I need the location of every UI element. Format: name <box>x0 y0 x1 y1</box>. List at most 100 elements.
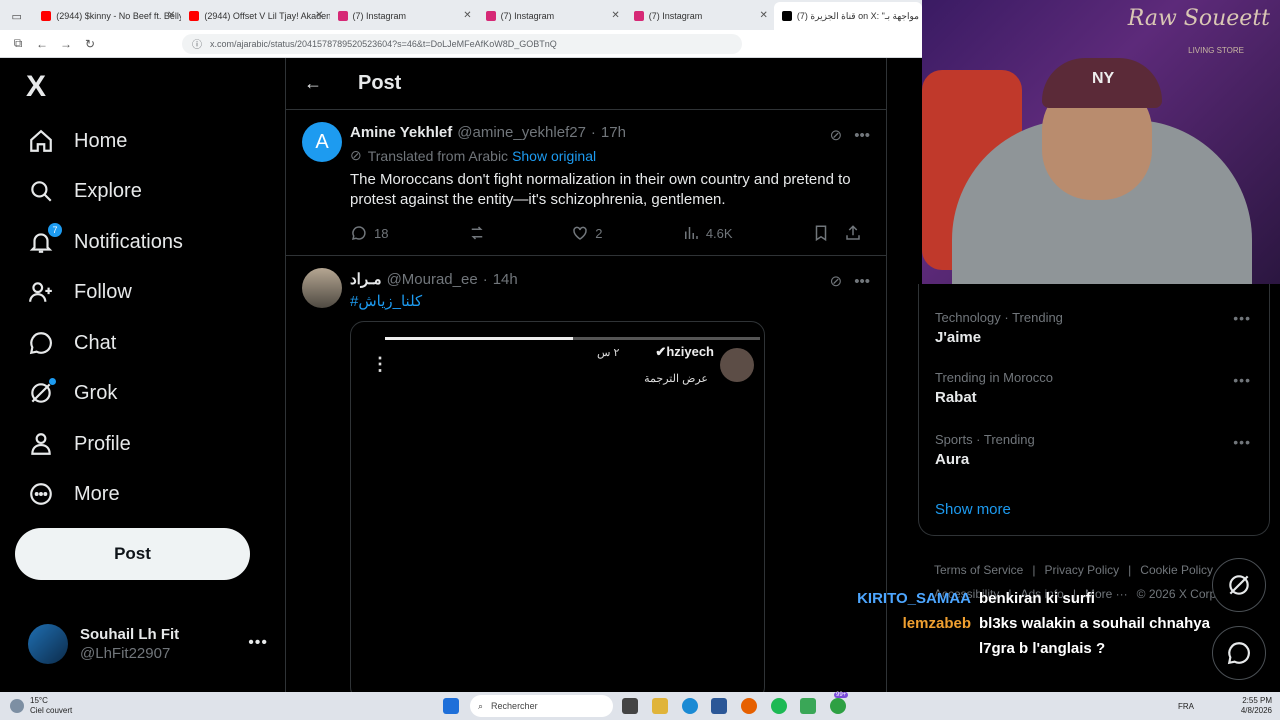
grok-icon <box>26 378 56 408</box>
repost-icon <box>471 226 483 240</box>
close-tab-icon[interactable]: ✕ <box>315 10 323 21</box>
taskbar-search[interactable]: ⌕ Rechercher <box>470 695 613 717</box>
grok-icon[interactable]: ⊘ <box>830 126 843 144</box>
sidebar-item-chat[interactable]: Chat <box>26 323 116 363</box>
weather-temp: 15°C <box>30 696 48 705</box>
tab-actions-icon[interactable]: ▭ <box>0 2 33 30</box>
sidebar-item-home[interactable]: Home <box>26 121 127 161</box>
like-button[interactable]: 2 <box>571 224 602 242</box>
chat-message: KIRITO_SAMAA benkiran ki surfi <box>853 586 1233 611</box>
bell-icon: 7 <box>26 223 62 257</box>
tweet[interactable]: مـراد @Mourad_ee · 14h #كلنا_زياش ⊘ ••• … <box>286 256 886 701</box>
post-button[interactable]: Post <box>15 528 250 580</box>
x-logo-icon[interactable]: X <box>26 70 46 104</box>
browser-tab[interactable]: (2944) Offset V Lil Tjay! Akaden ✕ <box>181 2 330 30</box>
task-view-icon[interactable] <box>622 698 638 714</box>
site-info-icon[interactable]: ⓘ <box>192 36 202 51</box>
stream-chat-overlay: KIRITO_SAMAA benkiran ki surfi lemzabeb … <box>853 586 1233 661</box>
sidebar-item-follow[interactable]: Follow <box>26 272 132 312</box>
more-options-icon[interactable]: ••• <box>854 273 870 290</box>
tab-label: (7) Instagram <box>500 11 555 21</box>
sidebar-item-grok[interactable]: Grok <box>26 373 117 413</box>
input-language[interactable]: FRA <box>1178 702 1194 711</box>
browser-tab[interactable]: (7) Instagram ✕ <box>330 2 478 30</box>
grok-icon <box>1229 575 1249 595</box>
more-options-icon[interactable]: ••• <box>1233 434 1251 450</box>
start-icon[interactable] <box>443 698 459 714</box>
youtube-icon <box>41 11 52 21</box>
url-field[interactable]: ⓘ x.com/ajarabic/status/2041578789520523… <box>182 33 742 54</box>
tweet-time[interactable]: 17h <box>601 124 626 141</box>
url-text: x.com/ajarabic/status/204157878952052360… <box>210 38 557 49</box>
avatar[interactable] <box>302 268 342 308</box>
browser-tab[interactable]: (7) Instagram ✕ <box>478 2 626 30</box>
sidebar-item-explore[interactable]: Explore <box>26 171 142 211</box>
avatar[interactable]: A <box>302 122 342 162</box>
forward-icon[interactable]: → <box>54 37 78 51</box>
chat-username: lemzabeb <box>902 615 971 632</box>
repost-button[interactable] <box>468 224 492 242</box>
more-options-icon[interactable]: ••• <box>1233 372 1251 388</box>
views-button[interactable]: 4.6K <box>682 224 733 242</box>
browser-tab-active[interactable]: (7) قناة الجزيرة on X: "مواجهة بـ <box>773 2 923 30</box>
reply-button[interactable]: 18 <box>350 224 388 242</box>
more-options-icon[interactable]: ••• <box>248 634 268 652</box>
sidebar-item-more[interactable]: More <box>26 474 120 514</box>
browser-tab[interactable]: (7) Instagram ✕ <box>626 2 774 30</box>
chat-fab[interactable] <box>1212 626 1266 680</box>
close-tab-icon[interactable]: ✕ <box>611 10 619 21</box>
author-handle[interactable]: @Mourad_ee <box>387 271 478 288</box>
more-options-icon[interactable]: ••• <box>1233 310 1251 326</box>
trend-item[interactable]: Trending in Morocco Rabat ••• <box>919 346 1269 408</box>
system-clock[interactable]: 2:55 PM 4/8/2026 <box>1241 696 1272 716</box>
firefox-icon[interactable] <box>741 698 757 714</box>
more-options-icon[interactable]: ••• <box>854 127 870 144</box>
tweet-time[interactable]: 14h <box>493 271 518 288</box>
story-menu-icon: ⋮ <box>371 354 389 374</box>
separator: · <box>482 270 488 288</box>
close-tab-icon[interactable]: ✕ <box>167 10 175 21</box>
sidebar-item-label: Explore <box>74 179 142 202</box>
sidebar-item-label: Chat <box>74 331 117 354</box>
footer-link[interactable]: Terms of Service <box>934 563 1023 577</box>
collections-icon[interactable]: ⧉ <box>6 36 30 51</box>
footer-link[interactable]: Privacy Policy <box>1044 563 1119 577</box>
grok-icon[interactable]: ⊘ <box>830 272 843 290</box>
back-icon[interactable]: ← <box>30 37 54 51</box>
account-switcher[interactable]: Souhail Lh Fit @LhFit22907 ••• <box>28 624 268 664</box>
story-progress <box>385 337 760 340</box>
author-handle[interactable]: @amine_yekhlef27 <box>457 124 586 141</box>
edge-icon[interactable] <box>682 698 698 714</box>
footer-link[interactable]: Cookie Policy <box>1140 563 1213 577</box>
separator: · <box>590 124 596 141</box>
sidebar-item-notifications[interactable]: 7 Notifications <box>26 222 183 262</box>
show-original-link[interactable]: Show original <box>512 148 596 164</box>
author-name[interactable]: Amine Yekhlef <box>350 124 452 141</box>
store-icon[interactable] <box>711 698 727 714</box>
close-tab-icon[interactable]: ✕ <box>463 10 471 21</box>
search-icon <box>26 176 56 206</box>
spotify-icon[interactable] <box>771 698 787 714</box>
file-explorer-icon[interactable] <box>652 698 668 714</box>
show-more-link[interactable]: Show more <box>935 501 1011 518</box>
app-icon[interactable] <box>800 698 816 714</box>
story-progress-fill <box>385 337 573 340</box>
weather-widget[interactable]: 15°C Ciel couvert <box>10 696 72 716</box>
grok-fab[interactable] <box>1212 558 1266 612</box>
sidebar-item-profile[interactable]: Profile <box>26 424 131 464</box>
back-arrow-icon[interactable]: ← <box>304 73 324 94</box>
hashtag-link[interactable]: #كلنا_زياش <box>350 292 868 310</box>
sidebar-item-label: Profile <box>74 432 131 455</box>
tray-badge: 99+ <box>834 692 849 698</box>
browser-tab[interactable]: (2944) $kinny - No Beef ft. Belly ✕ <box>33 2 181 30</box>
reload-icon[interactable]: ↻ <box>78 37 102 51</box>
trend-item[interactable]: Sports · Trending Aura ••• <box>919 408 1269 470</box>
close-tab-icon[interactable]: ✕ <box>760 10 768 21</box>
main-column: ← Post A Amine Yekhlef @amine_yekhlef27 … <box>285 58 887 701</box>
author-name[interactable]: مـراد <box>350 270 382 288</box>
story-subtitle: عرض الترجمة <box>644 373 708 385</box>
whatsapp-icon[interactable]: 99+ <box>830 692 849 714</box>
trend-item[interactable]: Technology · Trending J'aime ••• <box>919 284 1269 346</box>
tweet[interactable]: A Amine Yekhlef @amine_yekhlef27 · 17h ⊘… <box>286 110 886 256</box>
tweet-media[interactable]: ⋮ ٢ س ✔hziyech عرض الترجمة <box>350 321 765 701</box>
